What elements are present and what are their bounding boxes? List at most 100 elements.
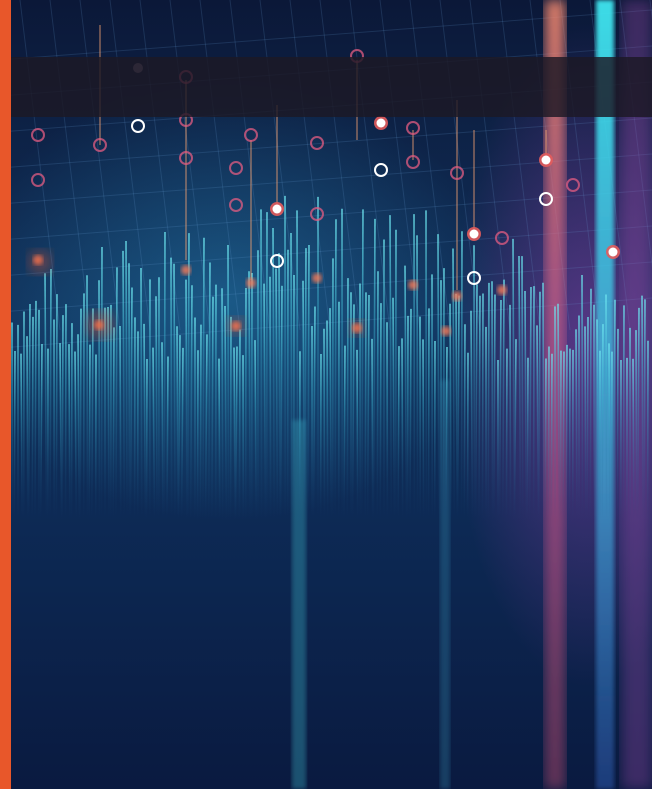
dot-marker-core [497,285,507,295]
dot-marker-core [469,229,479,239]
wave-spike [329,308,333,521]
bokeh-blob [349,320,365,336]
wave-spike [356,349,359,521]
wave-spike [372,218,376,521]
dot-marker [452,291,462,301]
dot-marker [312,273,322,283]
wave-spike [207,262,211,521]
wave-spike [616,328,619,521]
dot-marker-core [312,273,322,283]
wave-spike [254,340,257,521]
wave-spike [173,263,176,521]
wave-spike [176,326,179,521]
wave-spike [622,305,625,521]
ring-marker [31,128,45,142]
wave-spike [379,303,382,521]
wave-spike [187,233,190,521]
dot-marker [441,326,451,336]
wave-spike [74,351,78,521]
wave-spike [279,285,283,521]
wave-spike [202,237,205,521]
wave-spike [351,304,355,521]
wave-spike [221,288,224,521]
wave-spike [589,288,592,521]
wave-spike [218,358,221,521]
wave-spike [296,210,299,521]
bokeh-blob [227,317,245,335]
wave-spike [290,233,293,521]
wave-spike [204,334,208,521]
wave-spike [581,275,584,521]
wave-spike [199,324,202,521]
wave-spike [166,356,169,521]
grid-line [49,0,91,331]
wave-spike [371,338,374,521]
dot-marker [606,245,620,259]
wave-spike [544,358,547,521]
wave-spike [278,253,281,521]
dot-marker-core [541,155,551,165]
wave-spike [538,291,541,521]
wave-spike [422,339,425,521]
dot-marker [181,265,191,275]
wave-spike [64,304,67,521]
wave-spike [528,287,532,521]
wave-spike [122,250,126,521]
wave-spike [55,294,58,521]
wave-spike [409,308,412,521]
bokeh-blob [28,250,52,274]
wave-spike [584,326,587,521]
wave-spike [100,246,103,521]
wave-spike [88,344,91,521]
dot-marker-core [441,326,451,336]
bokeh-blob [86,311,114,339]
dot-marker [374,116,388,130]
dot-marker [539,153,553,167]
wave-spike [601,324,604,521]
wave-spike [170,257,173,521]
wave-spike [44,273,48,521]
wave-spike [234,346,238,521]
wave-spike [189,285,193,521]
wave-spike [536,325,540,521]
wave-spike [125,241,128,521]
wave-spike [586,316,589,521]
wave-spike [605,294,608,521]
ring-marker [310,207,324,221]
wave-spike [562,351,565,521]
wave-spike [34,300,37,521]
grid-line [109,0,151,331]
wave-spike [568,348,571,521]
wave-spike [498,299,502,521]
wave-spike [547,346,550,521]
grid-line [559,0,601,331]
wave-spike [211,296,214,521]
dot-marker [497,285,507,295]
wave-spike [140,267,143,521]
wave-spike [90,308,94,521]
wave-spike [39,343,43,521]
wave-spike [376,271,379,521]
wave-spike [518,255,522,521]
wave-spike [260,209,263,521]
wave-spike [456,295,460,521]
data-visualization-background [0,0,652,789]
wave-spike [115,267,118,521]
grid-line [199,0,241,331]
wave-spike [416,235,419,521]
wave-spike [524,290,528,521]
wave-spike [550,353,553,521]
wave-spike [13,350,16,521]
wave-spike [565,344,568,521]
wave-spike [312,306,316,521]
wave-spike [404,265,408,521]
wave-spike [478,295,481,521]
ring-marker [566,178,580,192]
wave-spike [79,308,82,521]
wave-spike [505,348,508,521]
orange-accent-bar [0,0,11,789]
dot-marker [408,280,418,290]
wave-spike [463,324,466,521]
wave-spike [61,315,64,521]
dark-header-band [11,57,652,117]
